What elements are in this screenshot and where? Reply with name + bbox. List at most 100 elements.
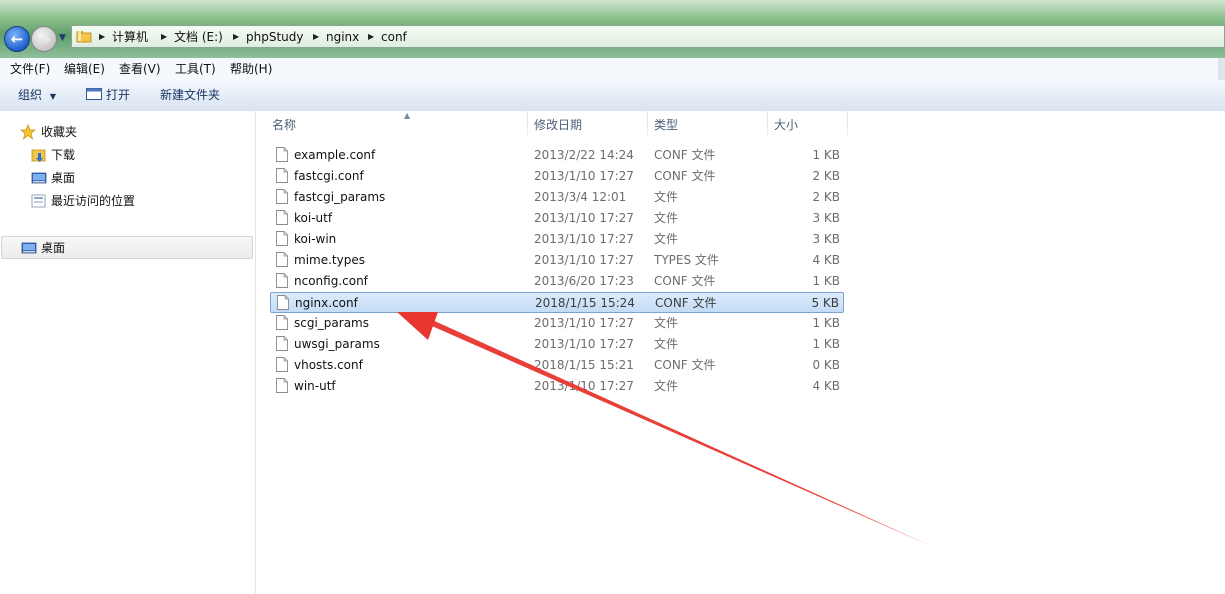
file-date: 2013/1/10 17:27 [534, 316, 634, 330]
nav-favorites[interactable]: 收藏夹 [0, 122, 254, 142]
document-icon [277, 295, 289, 310]
document-icon [276, 147, 288, 162]
nav-desktop-label: 桌面 [51, 171, 76, 185]
file-date: 2013/1/10 17:27 [534, 253, 634, 267]
nav-desktop[interactable]: 桌面 [1, 236, 253, 259]
breadcrumb-nginx[interactable]: nginx [326, 29, 359, 45]
chevron-right-icon[interactable]: ▶ [99, 30, 106, 44]
breadcrumb-drive-e[interactable]: 文档 (E:) [174, 29, 223, 45]
address-bar[interactable]: ▶ 计算机 ▶ 文档 (E:) ▶ phpStudy ▶ nginx ▶ con… [71, 25, 1225, 48]
document-icon [276, 189, 288, 204]
file-row[interactable]: fastcgi.conf 2013/1/10 17:27 CONF 文件 2 KB [270, 166, 844, 187]
breadcrumb-conf[interactable]: conf [381, 29, 407, 45]
file-name: example.conf [294, 148, 376, 162]
back-button[interactable]: ← [4, 26, 30, 52]
open-button[interactable]: 打开 [86, 88, 130, 102]
file-date: 2013/1/10 17:27 [534, 232, 634, 246]
menu-edit[interactable]: 编辑(E) [64, 62, 105, 76]
file-name: nconfig.conf [294, 274, 368, 288]
file-name: scgi_params [294, 316, 369, 330]
file-date: 2018/1/15 15:24 [535, 296, 635, 310]
menu-view[interactable]: 查看(V) [119, 62, 161, 76]
file-row[interactable]: uwsgi_params 2013/1/10 17:27 文件 1 KB [270, 334, 844, 355]
file-name: fastcgi.conf [294, 169, 364, 183]
file-name: nginx.conf [295, 296, 358, 310]
document-icon [276, 336, 288, 351]
document-icon [276, 252, 288, 267]
file-row[interactable]: koi-win 2013/1/10 17:27 文件 3 KB [270, 229, 844, 250]
file-size: 2 KB [812, 190, 840, 204]
file-list: 名称 ▲ 修改日期 类型 大小 example.conf 2013/2/22 14… [256, 111, 1225, 594]
back-arrow-icon: ← [10, 30, 24, 48]
file-date: 2013/1/10 17:27 [534, 337, 634, 351]
file-date: 2013/1/10 17:27 [534, 379, 634, 393]
file-row[interactable]: nconfig.conf 2013/6/20 17:23 CONF 文件 1 KB [270, 271, 844, 292]
breadcrumb-computer[interactable]: 计算机 [112, 29, 148, 45]
nav-downloads[interactable]: 下载 [0, 145, 254, 165]
column-header-size[interactable]: 大小 [768, 111, 847, 135]
column-header-name[interactable]: 名称 ▲ [266, 111, 527, 135]
file-type: 文件 [654, 379, 679, 393]
organize-label: 组织 [18, 88, 43, 102]
recent-pages-dropdown-icon[interactable]: ▼ [59, 33, 67, 43]
menu-bar: 文件(F) 编辑(E) 查看(V) 工具(T) 帮助(H) [0, 58, 1225, 81]
file-size: 1 KB [812, 274, 840, 288]
forward-button[interactable]: → [31, 26, 57, 52]
file-date: 2013/6/20 17:23 [534, 274, 634, 288]
menu-help[interactable]: 帮助(H) [230, 62, 272, 76]
nav-recent-places[interactable]: 最近访问的位置 [0, 191, 254, 211]
menu-tools[interactable]: 工具(T) [175, 62, 216, 76]
column-divider[interactable] [847, 111, 848, 135]
chevron-right-icon[interactable]: ▶ [368, 30, 375, 44]
document-icon [276, 231, 288, 246]
file-type: CONF 文件 [654, 358, 716, 372]
file-row[interactable]: koi-utf 2013/1/10 17:27 文件 3 KB [270, 208, 844, 229]
file-name: fastcgi_params [294, 190, 386, 204]
file-row[interactable]: scgi_params 2013/1/10 17:27 文件 1 KB [270, 313, 844, 334]
desktop-icon [21, 242, 37, 254]
file-row[interactable]: fastcgi_params 2013/3/4 12:01 文件 2 KB [270, 187, 844, 208]
chevron-right-icon[interactable]: ▶ [161, 30, 168, 44]
file-type: TYPES 文件 [654, 253, 719, 267]
file-size: 5 KB [811, 296, 839, 310]
file-type: CONF 文件 [654, 169, 716, 183]
open-icon [86, 88, 102, 100]
chevron-down-icon: ▼ [49, 92, 56, 101]
file-name: vhosts.conf [294, 358, 363, 372]
document-icon [276, 357, 288, 372]
file-size: 3 KB [812, 232, 840, 246]
nav-desktop-favorite[interactable]: 桌面 [0, 168, 254, 188]
file-size: 4 KB [812, 379, 840, 393]
file-row[interactable]: vhosts.conf 2018/1/15 15:21 CONF 文件 0 KB [270, 355, 844, 376]
star-icon [20, 124, 36, 140]
file-row[interactable]: nginx.conf 2018/1/15 15:24 CONF 文件 5 KB [270, 292, 844, 313]
open-label: 打开 [106, 88, 131, 102]
file-name: win-utf [294, 379, 336, 393]
file-type: CONF 文件 [655, 296, 717, 310]
file-row[interactable]: win-utf 2013/1/10 17:27 文件 4 KB [270, 376, 844, 397]
file-size: 1 KB [812, 316, 840, 330]
folder-icon [76, 30, 92, 43]
nav-recent-places-label: 最近访问的位置 [51, 194, 136, 208]
column-header-type[interactable]: 类型 [648, 111, 767, 135]
file-name: koi-win [294, 232, 337, 246]
document-icon [276, 210, 288, 225]
file-type: 文件 [654, 337, 679, 351]
column-header-date[interactable]: 修改日期 [528, 111, 647, 135]
organize-button[interactable]: 组织 ▼ [18, 88, 56, 104]
chevron-right-icon[interactable]: ▶ [313, 30, 320, 44]
file-date: 2018/1/15 15:21 [534, 358, 634, 372]
file-type: 文件 [654, 211, 679, 225]
menu-file[interactable]: 文件(F) [10, 62, 50, 76]
file-type: CONF 文件 [654, 274, 716, 288]
chevron-right-icon[interactable]: ▶ [233, 30, 240, 44]
file-size: 1 KB [812, 337, 840, 351]
breadcrumb-phpstudy[interactable]: phpStudy [246, 29, 304, 45]
document-icon [276, 168, 288, 183]
file-row[interactable]: mime.types 2013/1/10 17:27 TYPES 文件 4 KB [270, 250, 844, 271]
navigation-pane: 收藏夹 下载 桌面 最近访问的位置 桌面 [0, 111, 256, 594]
file-date: 2013/3/4 12:01 [534, 190, 627, 204]
file-row[interactable]: example.conf 2013/2/22 14:24 CONF 文件 1 KB [270, 145, 844, 166]
file-date: 2013/2/22 14:24 [534, 148, 634, 162]
new-folder-button[interactable]: 新建文件夹 [160, 88, 220, 102]
